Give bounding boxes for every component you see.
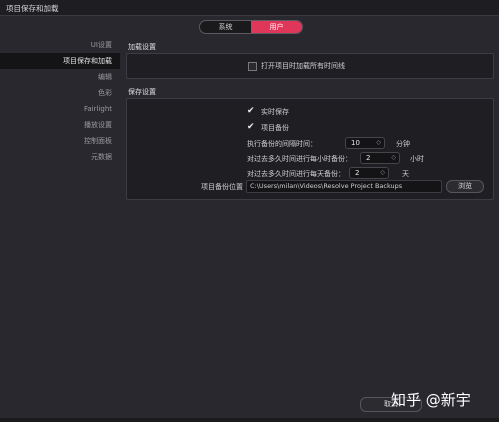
title-bar: 项目保存和加载 [0, 0, 499, 16]
hourly-backups-unit: 小时 [410, 155, 424, 163]
backup-interval-unit: 分钟 [396, 140, 410, 148]
daily-backups-label: 对过去多久时间进行每天备份： [247, 170, 345, 178]
watermark: 知乎 @新宇 [391, 391, 471, 409]
save-settings-title: 保存设置 [128, 88, 156, 96]
backup-location-label: 项目备份位置 [201, 183, 243, 191]
sidebar-item-control-panels[interactable]: 控制面板 [0, 133, 120, 149]
project-backups-checkbox[interactable]: ✔ [247, 123, 255, 132]
sidebar-item-fairlight[interactable]: Fairlight [0, 101, 120, 117]
backup-location-field[interactable]: C:\Users\milan\Videos\Resolve Project Ba… [246, 180, 442, 193]
sidebar-item-metadata[interactable]: 元数据 [0, 149, 120, 165]
daily-backups-stepper[interactable]: 2 ◇ [349, 167, 389, 179]
backup-interval-label: 执行备份的间隔时间： [247, 140, 317, 148]
browse-button[interactable]: 浏览 [446, 180, 484, 193]
stepper-arrows-icon[interactable]: ◇ [391, 153, 396, 163]
live-save-checkbox[interactable]: ✔ [247, 107, 255, 116]
hourly-backups-stepper[interactable]: 2 ◇ [360, 152, 400, 164]
load-settings-panel: 打开项目时加载所有时间线 [126, 53, 494, 79]
live-save-label: 实时保存 [261, 108, 289, 116]
sidebar-item-playback-settings[interactable]: 播放设置 [0, 117, 120, 133]
hourly-backups-value: 2 [366, 154, 371, 162]
footer-strip [0, 418, 499, 422]
stepper-arrows-icon[interactable]: ◇ [376, 138, 381, 148]
sidebar: UI设置 项目保存和加载 编辑 色彩 Fairlight 播放设置 控制面板 元… [0, 37, 120, 165]
project-backups-label: 项目备份 [261, 124, 289, 132]
tab-user[interactable]: 用户 [251, 21, 302, 33]
stepper-arrows-icon[interactable]: ◇ [380, 168, 385, 178]
hourly-backups-label: 对过去多久时间进行每小时备份： [247, 155, 352, 163]
tab-system[interactable]: 系统 [200, 21, 251, 33]
sidebar-item-project-save-load[interactable]: 项目保存和加载 [0, 53, 120, 69]
load-all-timelines-checkbox[interactable] [248, 62, 257, 71]
load-settings-title: 加载设置 [128, 43, 156, 51]
sidebar-item-color[interactable]: 色彩 [0, 85, 120, 101]
sidebar-item-ui-settings[interactable]: UI设置 [0, 37, 120, 53]
backup-location-value: C:\Users\milan\Videos\Resolve Project Ba… [250, 182, 403, 190]
load-all-timelines-label: 打开项目时加载所有时间线 [261, 62, 345, 70]
backup-interval-value: 10 [351, 139, 360, 147]
sidebar-item-edit[interactable]: 编辑 [0, 69, 120, 85]
backup-interval-stepper[interactable]: 10 ◇ [345, 137, 385, 149]
daily-backups-value: 2 [355, 169, 360, 177]
settings-tabs: 系统 用户 [199, 20, 303, 34]
window-title: 项目保存和加载 [6, 4, 59, 13]
daily-backups-unit: 天 [402, 170, 409, 178]
